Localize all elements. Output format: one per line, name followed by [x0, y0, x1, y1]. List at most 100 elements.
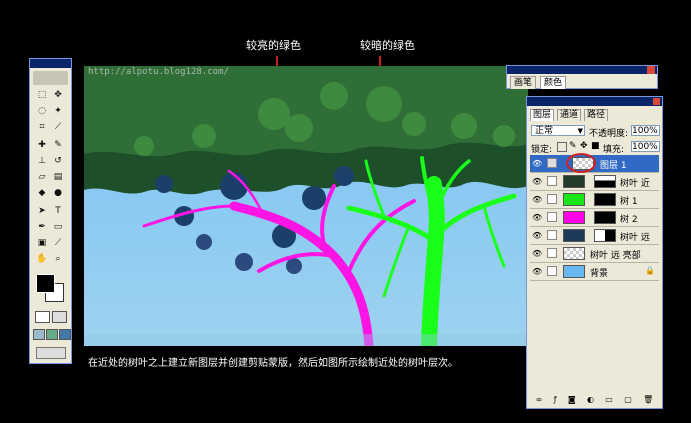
lock-all-icon[interactable]: ■ — [591, 141, 600, 151]
notes-tool-icon[interactable]: ▣ — [36, 237, 48, 249]
path-select-icon[interactable]: ➤ — [36, 205, 48, 217]
layer-name: 树 1 — [620, 197, 638, 207]
imageready-jump-icon[interactable] — [36, 347, 66, 359]
eye-icon[interactable]: 👁 — [532, 195, 542, 204]
tutorial-caption: 在近处的树叶之上建立新图层并创建剪贴蒙版，然后如图所示绘制近处的树叶层次。 — [88, 358, 458, 369]
lock-paint-icon[interactable]: ✎ — [569, 141, 577, 151]
screen-mode-2-icon[interactable] — [46, 329, 58, 340]
dodge-tool-icon[interactable]: ● — [52, 187, 64, 199]
layer-thumbnail — [563, 229, 585, 242]
layer-row-layer1[interactable]: 👁 图层 1 — [530, 153, 659, 173]
layer-row-tree2[interactable]: 👁 树 2 — [530, 209, 659, 227]
tab-brushes[interactable]: 画笔 — [510, 76, 537, 89]
tab-paths[interactable]: 路径 — [584, 109, 609, 121]
marquee-tool-icon[interactable]: ⬚ — [36, 89, 48, 101]
fill-label: 填充: — [603, 145, 625, 155]
tab-channels[interactable]: 通道 — [557, 109, 582, 121]
layer-row-leaves-far-highlight[interactable]: 👁 树叶 远 亮部 — [530, 245, 659, 263]
blur-tool-icon[interactable]: ◆ — [36, 187, 48, 199]
layer-thumbnail — [563, 247, 585, 260]
opacity-label: 不透明度: — [589, 129, 629, 139]
screen-mode-3-icon[interactable] — [59, 329, 71, 340]
tab-color[interactable]: 颜色 — [540, 76, 567, 89]
lasso-tool-icon[interactable]: ◌ — [36, 105, 48, 117]
screen-mode-1-icon[interactable] — [33, 329, 45, 340]
foreground-color-swatch[interactable] — [36, 274, 55, 293]
add-mask-icon[interactable]: ◙ — [568, 395, 576, 405]
link-checkbox[interactable] — [547, 212, 557, 222]
layer-thumbnail — [563, 193, 585, 206]
link-checkbox[interactable] — [547, 194, 557, 204]
slice-tool-icon[interactable]: ⟋ — [52, 121, 64, 133]
link-checkbox[interactable] — [547, 266, 557, 276]
lock-transparency-icon[interactable] — [557, 142, 567, 152]
layer-name: 树叶 远 亮部 — [590, 251, 641, 261]
tab-layers[interactable]: 图层 — [530, 109, 555, 121]
brush-link-icon[interactable] — [547, 158, 557, 168]
close-icon[interactable] — [647, 66, 655, 74]
brush-tool-icon[interactable]: ✎ — [52, 139, 64, 151]
layer-row-tree1[interactable]: 👁 树 1 — [530, 191, 659, 209]
highlight-circle — [566, 153, 596, 173]
stamp-tool-icon[interactable]: ⊥ — [36, 155, 48, 167]
toolbox-titlebar[interactable] — [30, 59, 71, 68]
layer-mask-thumbnail — [594, 211, 616, 224]
layer-name: 背景 — [590, 269, 609, 279]
eye-icon[interactable]: 👁 — [532, 267, 542, 276]
layer-thumbnail — [563, 175, 585, 188]
layer-name: 树叶 近 — [620, 179, 650, 189]
new-group-icon[interactable]: ▭ — [605, 395, 613, 405]
layer-row-background[interactable]: 👁 背景 🔒 — [530, 263, 659, 281]
pen-tool-icon[interactable]: ✒ — [36, 221, 48, 233]
type-tool-icon[interactable]: T — [52, 205, 64, 217]
layer-name: 树叶 远 — [620, 233, 650, 243]
quick-mask-icon[interactable] — [52, 311, 67, 323]
blend-mode-select[interactable]: 正常 ▼ — [531, 125, 585, 136]
history-brush-icon[interactable]: ↺ — [52, 155, 64, 167]
delete-layer-icon[interactable]: 🗑 — [643, 395, 653, 405]
eye-icon[interactable]: 👁 — [532, 249, 542, 258]
gradient-tool-icon[interactable]: ▤ — [52, 171, 64, 183]
palette-titlebar[interactable] — [507, 66, 657, 74]
new-layer-icon[interactable]: ▢ — [624, 395, 632, 405]
standard-mode-icon[interactable] — [35, 311, 50, 323]
layers-panel: 图层 通道 路径 正常 ▼ 不透明度: 100% 锁定: ✎ ✥ ■ 填充: 1… — [526, 96, 663, 409]
photoshop-feather-icon[interactable] — [33, 71, 68, 85]
layer-style-icon[interactable]: ƒ — [554, 395, 557, 405]
layer-row-leaves-far[interactable]: 👁 树叶 远 — [530, 227, 659, 245]
lock-label: 锁定: — [531, 145, 553, 155]
blend-mode-value: 正常 — [535, 126, 554, 136]
fill-input[interactable]: 100% — [631, 141, 660, 152]
move-tool-icon[interactable]: ✥ — [52, 89, 64, 101]
shape-tool-icon[interactable]: ▭ — [52, 221, 64, 233]
close-icon[interactable] — [653, 98, 660, 105]
layer-row-leaves-near[interactable]: 👁 树叶 近 — [530, 173, 659, 191]
hand-tool-icon[interactable]: ✋ — [36, 253, 48, 265]
eye-icon[interactable]: 👁 — [532, 213, 542, 222]
adjustment-layer-icon[interactable]: ◐ — [587, 395, 594, 405]
link-layers-icon[interactable]: ∞ — [536, 395, 543, 405]
link-checkbox[interactable] — [547, 230, 557, 240]
eye-icon[interactable]: 👁 — [532, 177, 542, 186]
bright-green-label: 较亮的绿色 — [246, 39, 301, 52]
brush-color-palette: 画笔 颜色 — [506, 65, 658, 89]
healing-brush-icon[interactable]: ✚ — [36, 139, 48, 151]
magic-wand-icon[interactable]: ✦ — [52, 105, 64, 117]
link-checkbox[interactable] — [547, 248, 557, 258]
layer-name: 树 2 — [620, 215, 638, 225]
toolbox-panel: ⬚ ✥ ◌ ✦ ⌗ ⟋ ✚ ✎ ⊥ ↺ ▱ ▤ ◆ ● ➤ T ✒ ▭ ▣ ⟋ … — [29, 58, 72, 364]
zoom-tool-icon[interactable]: ⌕ — [52, 253, 64, 265]
dark-green-label: 较暗的绿色 — [360, 39, 415, 52]
lock-icon: 🔒 — [645, 266, 655, 275]
eye-icon[interactable]: 👁 — [532, 159, 542, 168]
eye-icon[interactable]: 👁 — [532, 231, 542, 240]
layers-titlebar[interactable] — [527, 97, 662, 106]
link-checkbox[interactable] — [547, 176, 557, 186]
canvas[interactable] — [84, 66, 528, 346]
opacity-input[interactable]: 100% — [631, 125, 660, 136]
lock-move-icon[interactable]: ✥ — [580, 141, 588, 151]
layer-thumbnail — [563, 265, 585, 278]
eyedropper-icon[interactable]: ⟋ — [52, 237, 64, 249]
crop-tool-icon[interactable]: ⌗ — [36, 121, 48, 133]
eraser-tool-icon[interactable]: ▱ — [36, 171, 48, 183]
